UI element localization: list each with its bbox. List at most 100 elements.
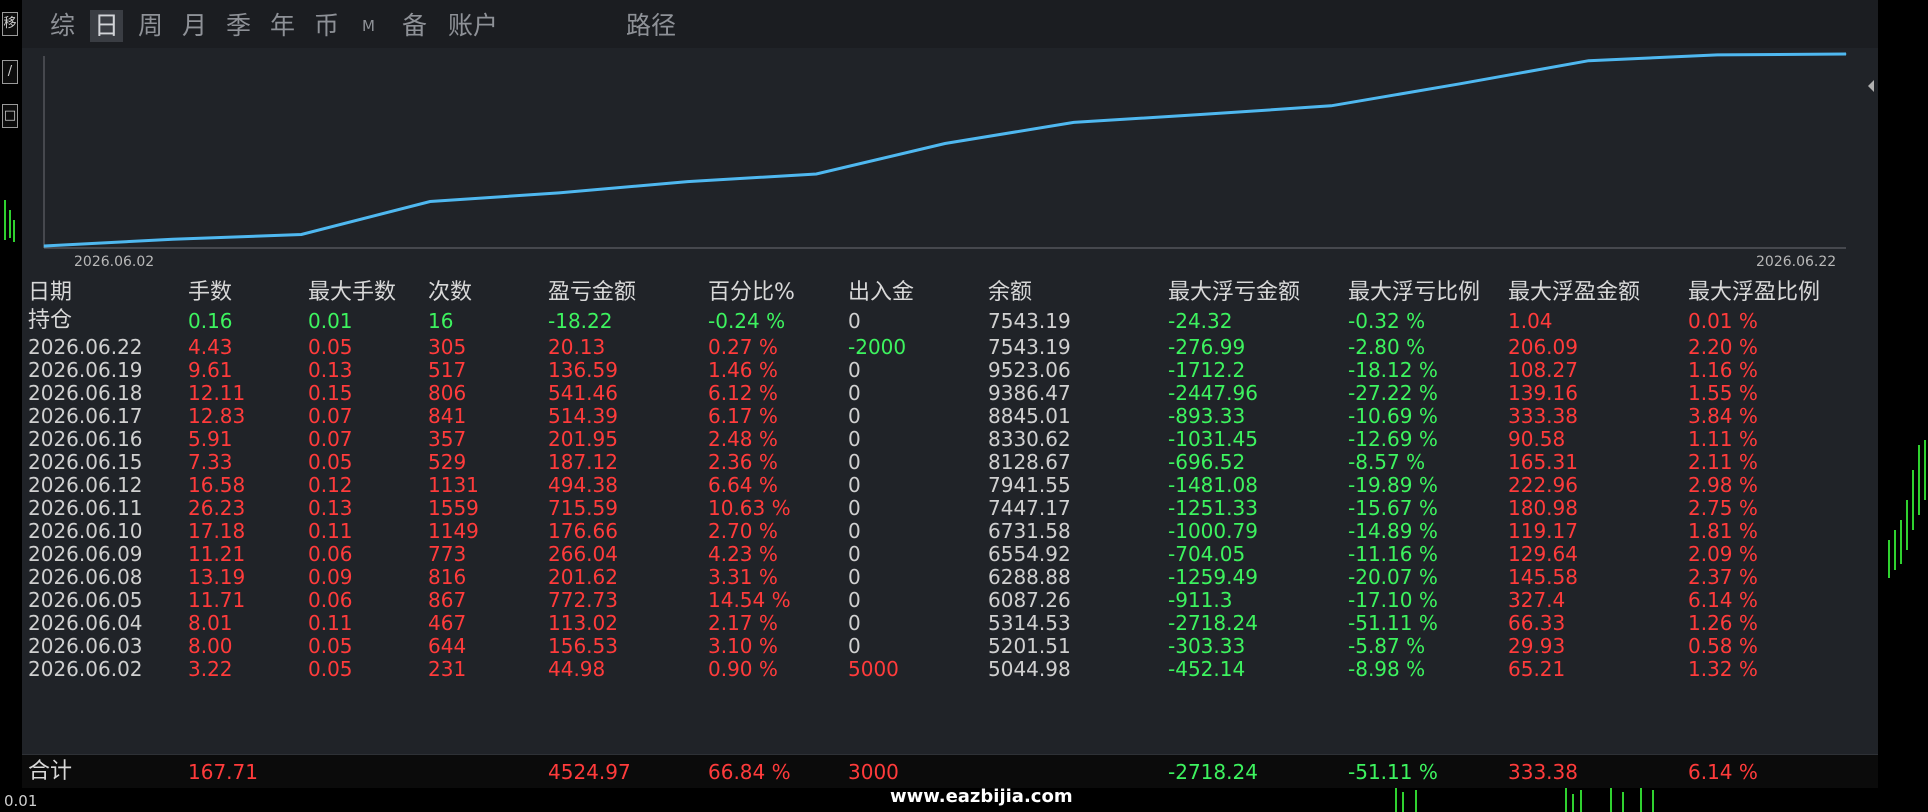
table-row[interactable]: 2026.06.16 5.91 0.07 357 201.95 2.48 % 0 8330.6… <box>22 426 1878 451</box>
equity-point <box>1845 53 1847 55</box>
candle-mark <box>13 220 15 242</box>
total-deposit: 3000 <box>848 760 899 784</box>
tab-account[interactable]: 账户 <box>444 10 502 42</box>
tab-month[interactable]: 月 <box>178 10 211 42</box>
cell-lots: 3.22 <box>188 657 233 681</box>
equity-point <box>815 173 817 175</box>
cell-balance: 5044.98 <box>988 657 1071 681</box>
total-max-float-loss: -2718.24 <box>1168 760 1258 784</box>
equity-point <box>429 201 431 203</box>
tab-week[interactable]: 周 <box>134 10 167 42</box>
bottom-left-value: 0.01 <box>4 792 38 810</box>
report-panel: 综 日 周 月 季 年 币 M 备 账户 路径 2026.06.02 2026.… <box>22 0 1878 812</box>
holding-pnl: -18.22 <box>548 309 613 333</box>
table-row[interactable]: 2026.06.12 16.58 0.12 1131 494.38 6.64 % 0 7941… <box>22 472 1878 497</box>
holding-count: 16 <box>428 309 454 333</box>
total-pnl: 4524.97 <box>548 760 631 784</box>
candle-mark <box>1402 792 1404 812</box>
tab-currency[interactable]: 币 <box>310 10 343 42</box>
equity-point <box>1716 54 1718 56</box>
move-icon[interactable]: 移 <box>2 12 18 36</box>
table-row[interactable]: 2026.06.10 17.18 0.11 1149 176.66 2.70 % 0 6731… <box>22 518 1878 543</box>
header-count: 次数 <box>428 280 473 305</box>
table-row[interactable]: 2026.06.03 8.00 0.05 644 156.53 3.10 % 0 5201.5… <box>22 633 1878 658</box>
cell-percent: 0.90 % <box>708 657 778 681</box>
table-row[interactable]: 2026.06.17 12.83 0.07 841 514.39 6.17 % 0 8845.… <box>22 403 1878 428</box>
header-balance: 余额 <box>988 280 1033 305</box>
candle-mark <box>1912 470 1914 530</box>
holding-max-float-profit: 1.04 <box>1508 309 1553 333</box>
right-price-strip <box>1878 0 1928 812</box>
candle-mark <box>1640 788 1642 812</box>
table-row[interactable]: 2026.06.05 11.71 0.06 867 772.73 14.54 % 0 6087… <box>22 587 1878 612</box>
holding-max-float-loss: -24.32 <box>1168 309 1233 333</box>
table-row[interactable]: 2026.06.22 4.43 0.05 305 20.13 0.27 % -2000 754… <box>22 334 1878 359</box>
cell-pnl: 44.98 <box>548 657 606 681</box>
candle-mark <box>1906 500 1908 550</box>
holding-max-float-profit-ratio: 0.01 % <box>1688 309 1758 333</box>
period-tab-bar: 综 日 周 月 季 年 币 M 备 账户 路径 <box>22 0 1878 48</box>
x-tick-label-end: 2026.06.22 <box>1756 254 1836 270</box>
equity-chart: 2026.06.02 2026.06.22 <box>22 48 1878 274</box>
table-row[interactable]: 2026.06.04 8.01 0.11 467 113.02 2.17 % 0 5314.5… <box>22 610 1878 635</box>
cell-max-float-profit-ratio: 1.32 % <box>1688 657 1758 681</box>
candle-mark <box>1565 788 1567 812</box>
candle-mark <box>1900 520 1902 564</box>
cell-max-float-loss-ratio: -8.98 % <box>1348 657 1426 681</box>
header-percent: 百分比% <box>708 280 795 305</box>
rect-tool-icon[interactable]: □ <box>2 104 18 128</box>
total-lots: 167.71 <box>188 760 258 784</box>
line-tool-icon[interactable]: / <box>2 60 18 84</box>
total-max-float-loss-ratio: -51.11 % <box>1348 760 1438 784</box>
holding-label: 持仓 <box>28 308 73 333</box>
candle-mark <box>1894 530 1896 570</box>
cell-max-float-loss: -452.14 <box>1168 657 1246 681</box>
candle-mark <box>1395 788 1397 812</box>
equity-point <box>172 238 174 240</box>
table-row[interactable]: 2026.06.18 12.11 0.15 806 541.46 6.12 % 0 9386.… <box>22 380 1878 405</box>
header-lots: 手数 <box>188 280 233 305</box>
cell-deposit: 5000 <box>848 657 899 681</box>
holding-max-float-loss-ratio: -0.32 % <box>1348 309 1426 333</box>
equity-point <box>944 142 946 144</box>
equity-point <box>300 233 302 235</box>
watermark: www.eazbijia.com <box>890 786 1073 807</box>
header-pnl: 盈亏金额 <box>548 280 637 305</box>
equity-point <box>558 192 560 194</box>
equity-line <box>43 52 1847 248</box>
table-row[interactable]: 2026.06.15 7.33 0.05 529 187.12 2.36 % 0 8128.6… <box>22 449 1878 474</box>
candle-mark <box>1924 440 1926 500</box>
header-max-float-loss-ratio: 最大浮亏比例 <box>1348 280 1481 305</box>
table-row[interactable]: 2026.06.08 13.19 0.09 816 201.62 3.31 % 0 6288.… <box>22 564 1878 589</box>
table-row[interactable]: 2026.06.11 26.23 0.13 1559 715.59 10.63 % 0 744… <box>22 495 1878 520</box>
candle-mark <box>1652 790 1654 812</box>
candle-mark <box>1580 790 1582 812</box>
cell-count: 231 <box>428 657 467 681</box>
equity-point <box>43 245 45 247</box>
holding-lots: 0.16 <box>188 309 233 333</box>
total-row: 合计 167.71 4524.97 66.84 % 3000 -2718.24 -51.11… <box>22 754 1878 789</box>
holding-percent: -0.24 % <box>708 309 786 333</box>
total-max-float-profit: 333.38 <box>1508 760 1578 784</box>
header-max-lots: 最大手数 <box>308 280 397 305</box>
table-row[interactable]: 2026.06.02 3.22 0.05 231 44.98 0.90 % 5000 5044… <box>22 656 1878 681</box>
total-max-float-profit-ratio: 6.14 % <box>1688 760 1758 784</box>
tab-year[interactable]: 年 <box>266 10 299 42</box>
equity-point <box>1330 105 1332 107</box>
tab-m[interactable]: M <box>358 10 379 42</box>
header-max-float-profit: 最大浮盈金额 <box>1508 280 1641 305</box>
tab-note[interactable]: 备 <box>398 10 431 42</box>
header-deposit: 出入金 <box>848 280 915 305</box>
tab-summary[interactable]: 综 <box>46 10 79 42</box>
daily-stats-table: 日期 手数 最大手数 次数 盈亏金额 百分比% 出入金 余额 最大浮亏金额 最大浮亏比例 最大浮盈金… <box>22 276 1878 756</box>
tab-path[interactable]: 路径 <box>622 10 680 42</box>
table-row[interactable]: 2026.06.09 11.21 0.06 773 266.04 4.23 % 0 6554.… <box>22 541 1878 566</box>
header-max-float-profit-ratio: 最大浮盈比例 <box>1688 280 1821 305</box>
candle-mark <box>1415 790 1417 812</box>
tab-day[interactable]: 日 <box>90 10 124 42</box>
table-row[interactable]: 2026.06.19 9.61 0.13 517 136.59 1.46 % 0 9523.0… <box>22 357 1878 382</box>
candle-mark <box>9 210 11 238</box>
header-max-float-loss: 最大浮亏金额 <box>1168 280 1301 305</box>
tab-quarter[interactable]: 季 <box>222 10 255 42</box>
equity-point <box>1073 121 1075 123</box>
